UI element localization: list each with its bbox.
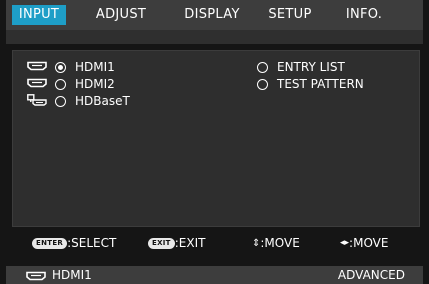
hdmi-icon (26, 270, 46, 284)
input-menu-panel: HDMI1 HDMI2 HDBaseT ENTRY LIST TEST PATT… (12, 50, 420, 227)
radio-unselected-icon[interactable] (55, 95, 66, 107)
option-label: ENTRY LIST (277, 60, 345, 74)
move-vertical-label: :MOVE (260, 236, 300, 250)
input-item-hdmi1[interactable]: HDMI1 (27, 59, 115, 75)
exit-key-icon: EXIT (148, 237, 175, 249)
left-right-arrow-icon: ◂▸ (340, 238, 350, 248)
tab-display[interactable]: DISPLAY (178, 5, 246, 25)
radio-selected-icon[interactable] (55, 61, 66, 73)
input-item-hdmi2[interactable]: HDMI2 (27, 76, 115, 92)
select-hint: ENTER :SELECT (32, 236, 116, 250)
tab-adjust[interactable]: ADJUST (90, 5, 152, 25)
move-horizontal-label: :MOVE (349, 236, 389, 250)
input-label: HDBaseT (75, 94, 130, 108)
input-label: HDMI1 (75, 60, 115, 74)
up-down-arrow-icon: ⇕ (252, 237, 261, 249)
radio-unselected-icon[interactable] (55, 78, 66, 90)
input-label: HDMI2 (75, 77, 115, 91)
current-source-label: HDMI1 (52, 268, 92, 282)
input-item-hdbaset[interactable]: HDBaseT (27, 93, 130, 109)
status-bar: HDMI1 ADVANCED (6, 266, 423, 284)
tab-info[interactable]: INFO. (342, 5, 386, 25)
radio-unselected-icon[interactable] (257, 78, 268, 90)
hdbaset-icon (27, 93, 47, 109)
option-test-pattern[interactable]: TEST PATTERN (257, 76, 364, 92)
move-vertical-hint: ⇕ :MOVE (252, 236, 300, 250)
move-horizontal-hint: ◂▸ :MOVE (340, 236, 388, 250)
exit-hint: EXIT :EXIT (148, 236, 205, 250)
menu-tab-bar: INPUT ADJUST DISPLAY SETUP INFO. (6, 0, 423, 30)
menu-mode-label: ADVANCED (337, 268, 405, 282)
option-label: TEST PATTERN (277, 77, 364, 91)
option-entry-list[interactable]: ENTRY LIST (257, 59, 345, 75)
tab-setup[interactable]: SETUP (264, 5, 316, 25)
hdmi-icon (27, 60, 47, 74)
hdmi-icon (27, 77, 47, 91)
radio-unselected-icon[interactable] (257, 61, 268, 73)
exit-hint-label: :EXIT (174, 236, 206, 250)
select-hint-label: :SELECT (67, 236, 117, 250)
enter-key-icon: ENTER (32, 237, 68, 249)
tab-underline-bar (6, 30, 423, 44)
tab-input[interactable]: INPUT (12, 5, 66, 25)
key-guide: ENTER :SELECT EXIT :EXIT ⇕ :MOVE ◂▸ :MOV… (6, 232, 423, 254)
